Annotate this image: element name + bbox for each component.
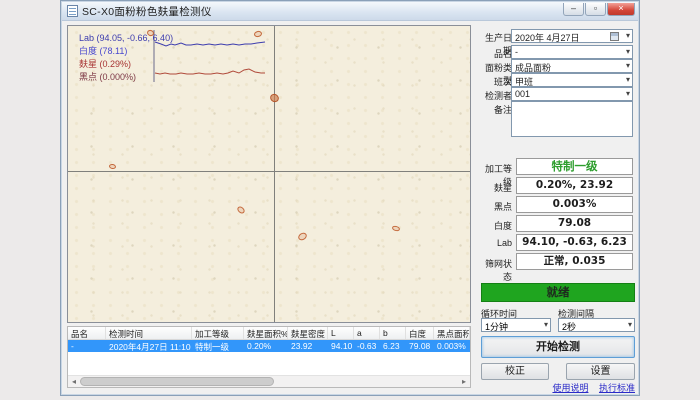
grade-value: 特制一级 bbox=[516, 158, 633, 175]
remark-textarea[interactable] bbox=[511, 101, 633, 137]
overlay-lab: Lab (94.05, -0.66, 6.40) bbox=[79, 32, 173, 45]
cell-l[interactable]: 94.10 bbox=[328, 340, 354, 352]
whiteness-label: 白度 bbox=[478, 219, 512, 232]
overlay-whiteness: 白度 (78.11) bbox=[79, 45, 173, 58]
chevron-down-icon[interactable]: ▾ bbox=[626, 31, 630, 40]
measurement-overlay: Lab (94.05, -0.66, 6.40) 白度 (78.11) 麸星 (… bbox=[79, 32, 173, 84]
column-header[interactable]: 白度 bbox=[406, 327, 434, 339]
cell-b[interactable]: 6.23 bbox=[380, 340, 406, 352]
chevron-down-icon[interactable]: ▾ bbox=[544, 320, 548, 329]
settings-button[interactable]: 设置 bbox=[566, 363, 635, 380]
bran-speck-marker bbox=[391, 225, 400, 232]
horizontal-scrollbar[interactable]: ◂ ▸ bbox=[68, 375, 470, 387]
cell-product[interactable]: - bbox=[68, 340, 106, 352]
maximize-button[interactable]: ▫ bbox=[585, 3, 606, 16]
titlebar[interactable]: SC-X0面粉粉色麸量检测仪 – ▫ × bbox=[62, 2, 638, 21]
inspector-select[interactable]: 001 ▾ bbox=[511, 87, 633, 101]
cycle-time-value: 1分钟 bbox=[485, 322, 508, 332]
inspector-label: 检测者 bbox=[478, 89, 512, 102]
crosshair-horizontal-line bbox=[68, 171, 470, 172]
column-header[interactable]: L bbox=[328, 327, 354, 339]
inspector-value: 001 bbox=[515, 89, 530, 99]
scrollbar-thumb[interactable] bbox=[80, 377, 274, 386]
bran-speck-marker bbox=[236, 205, 246, 215]
production-date-value: 2020年 4月27日 bbox=[515, 33, 580, 43]
product-name-select[interactable]: - ▾ bbox=[511, 45, 633, 59]
bran-value: 0.20%, 23.92 bbox=[516, 177, 633, 194]
control-panel: 生产日期 2020年 4月27日 ▾ 品名 - ▾ 面粉类型 成品面粉 ▾ 班次… bbox=[478, 21, 638, 396]
bran-speck-marker bbox=[269, 92, 281, 103]
cell-black-area[interactable]: 0.003% bbox=[434, 340, 470, 352]
black-spot-value: 0.003% bbox=[516, 196, 633, 213]
app-icon bbox=[67, 5, 78, 17]
cell-a[interactable]: -0.63 bbox=[354, 340, 380, 352]
cell-grade[interactable]: 特制一级 bbox=[192, 340, 244, 352]
standard-link[interactable]: 执行标准 bbox=[599, 383, 635, 393]
chevron-down-icon[interactable]: ▾ bbox=[626, 75, 630, 84]
app-window: SC-X0面粉粉色麸量检测仪 – ▫ × Lab (94.05, -0.66, … bbox=[60, 0, 640, 396]
chevron-down-icon[interactable]: ▾ bbox=[626, 89, 630, 98]
cycle-time-select[interactable]: 1分钟 ▾ bbox=[481, 318, 551, 332]
interval-value: 2秒 bbox=[562, 322, 576, 332]
column-header[interactable]: 检测时间 bbox=[106, 327, 192, 339]
window-title: SC-X0面粉粉色麸量检测仪 bbox=[82, 4, 212, 19]
screen-status-label: 筛网状态 bbox=[478, 257, 512, 283]
screen-status-value: 正常, 0.035 bbox=[516, 253, 633, 270]
shift-label: 班次 bbox=[478, 75, 512, 88]
status-badge: 就绪 bbox=[481, 283, 635, 302]
bran-label: 麸星 bbox=[478, 181, 512, 194]
calendar-icon bbox=[610, 32, 619, 41]
start-detection-button[interactable]: 开始检测 bbox=[481, 336, 635, 358]
lab-label: Lab bbox=[478, 238, 512, 248]
usage-instructions-link[interactable]: 使用说明 bbox=[552, 383, 588, 393]
chevron-down-icon[interactable]: ▾ bbox=[628, 320, 632, 329]
scroll-right-arrow[interactable]: ▸ bbox=[458, 376, 470, 387]
cell-bran-area[interactable]: 0.20% bbox=[244, 340, 288, 352]
interval-select[interactable]: 2秒 ▾ bbox=[558, 318, 635, 332]
shift-value: 甲班 bbox=[515, 77, 533, 87]
overlay-black: 黑点 (0.000%) bbox=[79, 71, 173, 84]
chevron-down-icon[interactable]: ▾ bbox=[626, 47, 630, 56]
product-name-label: 品名 bbox=[478, 47, 512, 60]
column-header[interactable]: a bbox=[354, 327, 380, 339]
column-header[interactable]: 加工等级 bbox=[192, 327, 244, 339]
column-header[interactable]: 麸星面积% bbox=[244, 327, 288, 339]
close-button[interactable]: × bbox=[607, 3, 635, 16]
bran-speck-marker bbox=[297, 231, 308, 242]
cell-bran-density[interactable]: 23.92 bbox=[288, 340, 328, 352]
column-header[interactable]: 品名 bbox=[68, 327, 106, 339]
column-header[interactable]: b bbox=[380, 327, 406, 339]
history-list: 品名 检测时间 加工等级 麸星面积% 麸星密度 L a b 白度 黑点面积% -… bbox=[67, 326, 471, 388]
product-name-value: - bbox=[515, 47, 518, 57]
history-list-header[interactable]: 品名 检测时间 加工等级 麸星面积% 麸星密度 L a b 白度 黑点面积% bbox=[68, 327, 470, 340]
whiteness-value: 79.08 bbox=[516, 215, 633, 232]
bran-speck-marker bbox=[109, 163, 117, 169]
lab-value: 94.10, -0.63, 6.23 bbox=[516, 234, 633, 251]
cell-whiteness[interactable]: 79.08 bbox=[406, 340, 434, 352]
minimize-button[interactable]: – bbox=[563, 3, 584, 16]
table-row-selected[interactable]: - 2020年4月27日 11:10 特制一级 0.20% 23.92 94.1… bbox=[68, 340, 470, 352]
flour-type-value: 成品面粉 bbox=[515, 63, 551, 73]
column-header[interactable]: 麸星密度 bbox=[288, 327, 328, 339]
black-spot-label: 黑点 bbox=[478, 200, 512, 213]
footer-links: 使用说明 执行标准 bbox=[544, 381, 635, 394]
overlay-bran: 麸星 (0.29%) bbox=[79, 58, 173, 71]
scroll-left-arrow[interactable]: ◂ bbox=[68, 376, 80, 387]
production-date-picker[interactable]: 2020年 4月27日 ▾ bbox=[511, 29, 633, 43]
calibrate-button[interactable]: 校正 bbox=[481, 363, 549, 380]
client-area: Lab (94.05, -0.66, 6.40) 白度 (78.11) 麸星 (… bbox=[62, 21, 638, 394]
remark-label: 备注 bbox=[478, 103, 512, 116]
shift-select[interactable]: 甲班 ▾ bbox=[511, 73, 633, 87]
sample-image-view[interactable]: Lab (94.05, -0.66, 6.40) 白度 (78.11) 麸星 (… bbox=[67, 25, 471, 323]
column-header[interactable]: 黑点面积% bbox=[434, 327, 470, 339]
cell-test-time[interactable]: 2020年4月27日 11:10 bbox=[106, 340, 192, 352]
crosshair-vertical-line bbox=[274, 26, 275, 322]
chevron-down-icon[interactable]: ▾ bbox=[626, 61, 630, 70]
flour-type-select[interactable]: 成品面粉 ▾ bbox=[511, 59, 633, 73]
